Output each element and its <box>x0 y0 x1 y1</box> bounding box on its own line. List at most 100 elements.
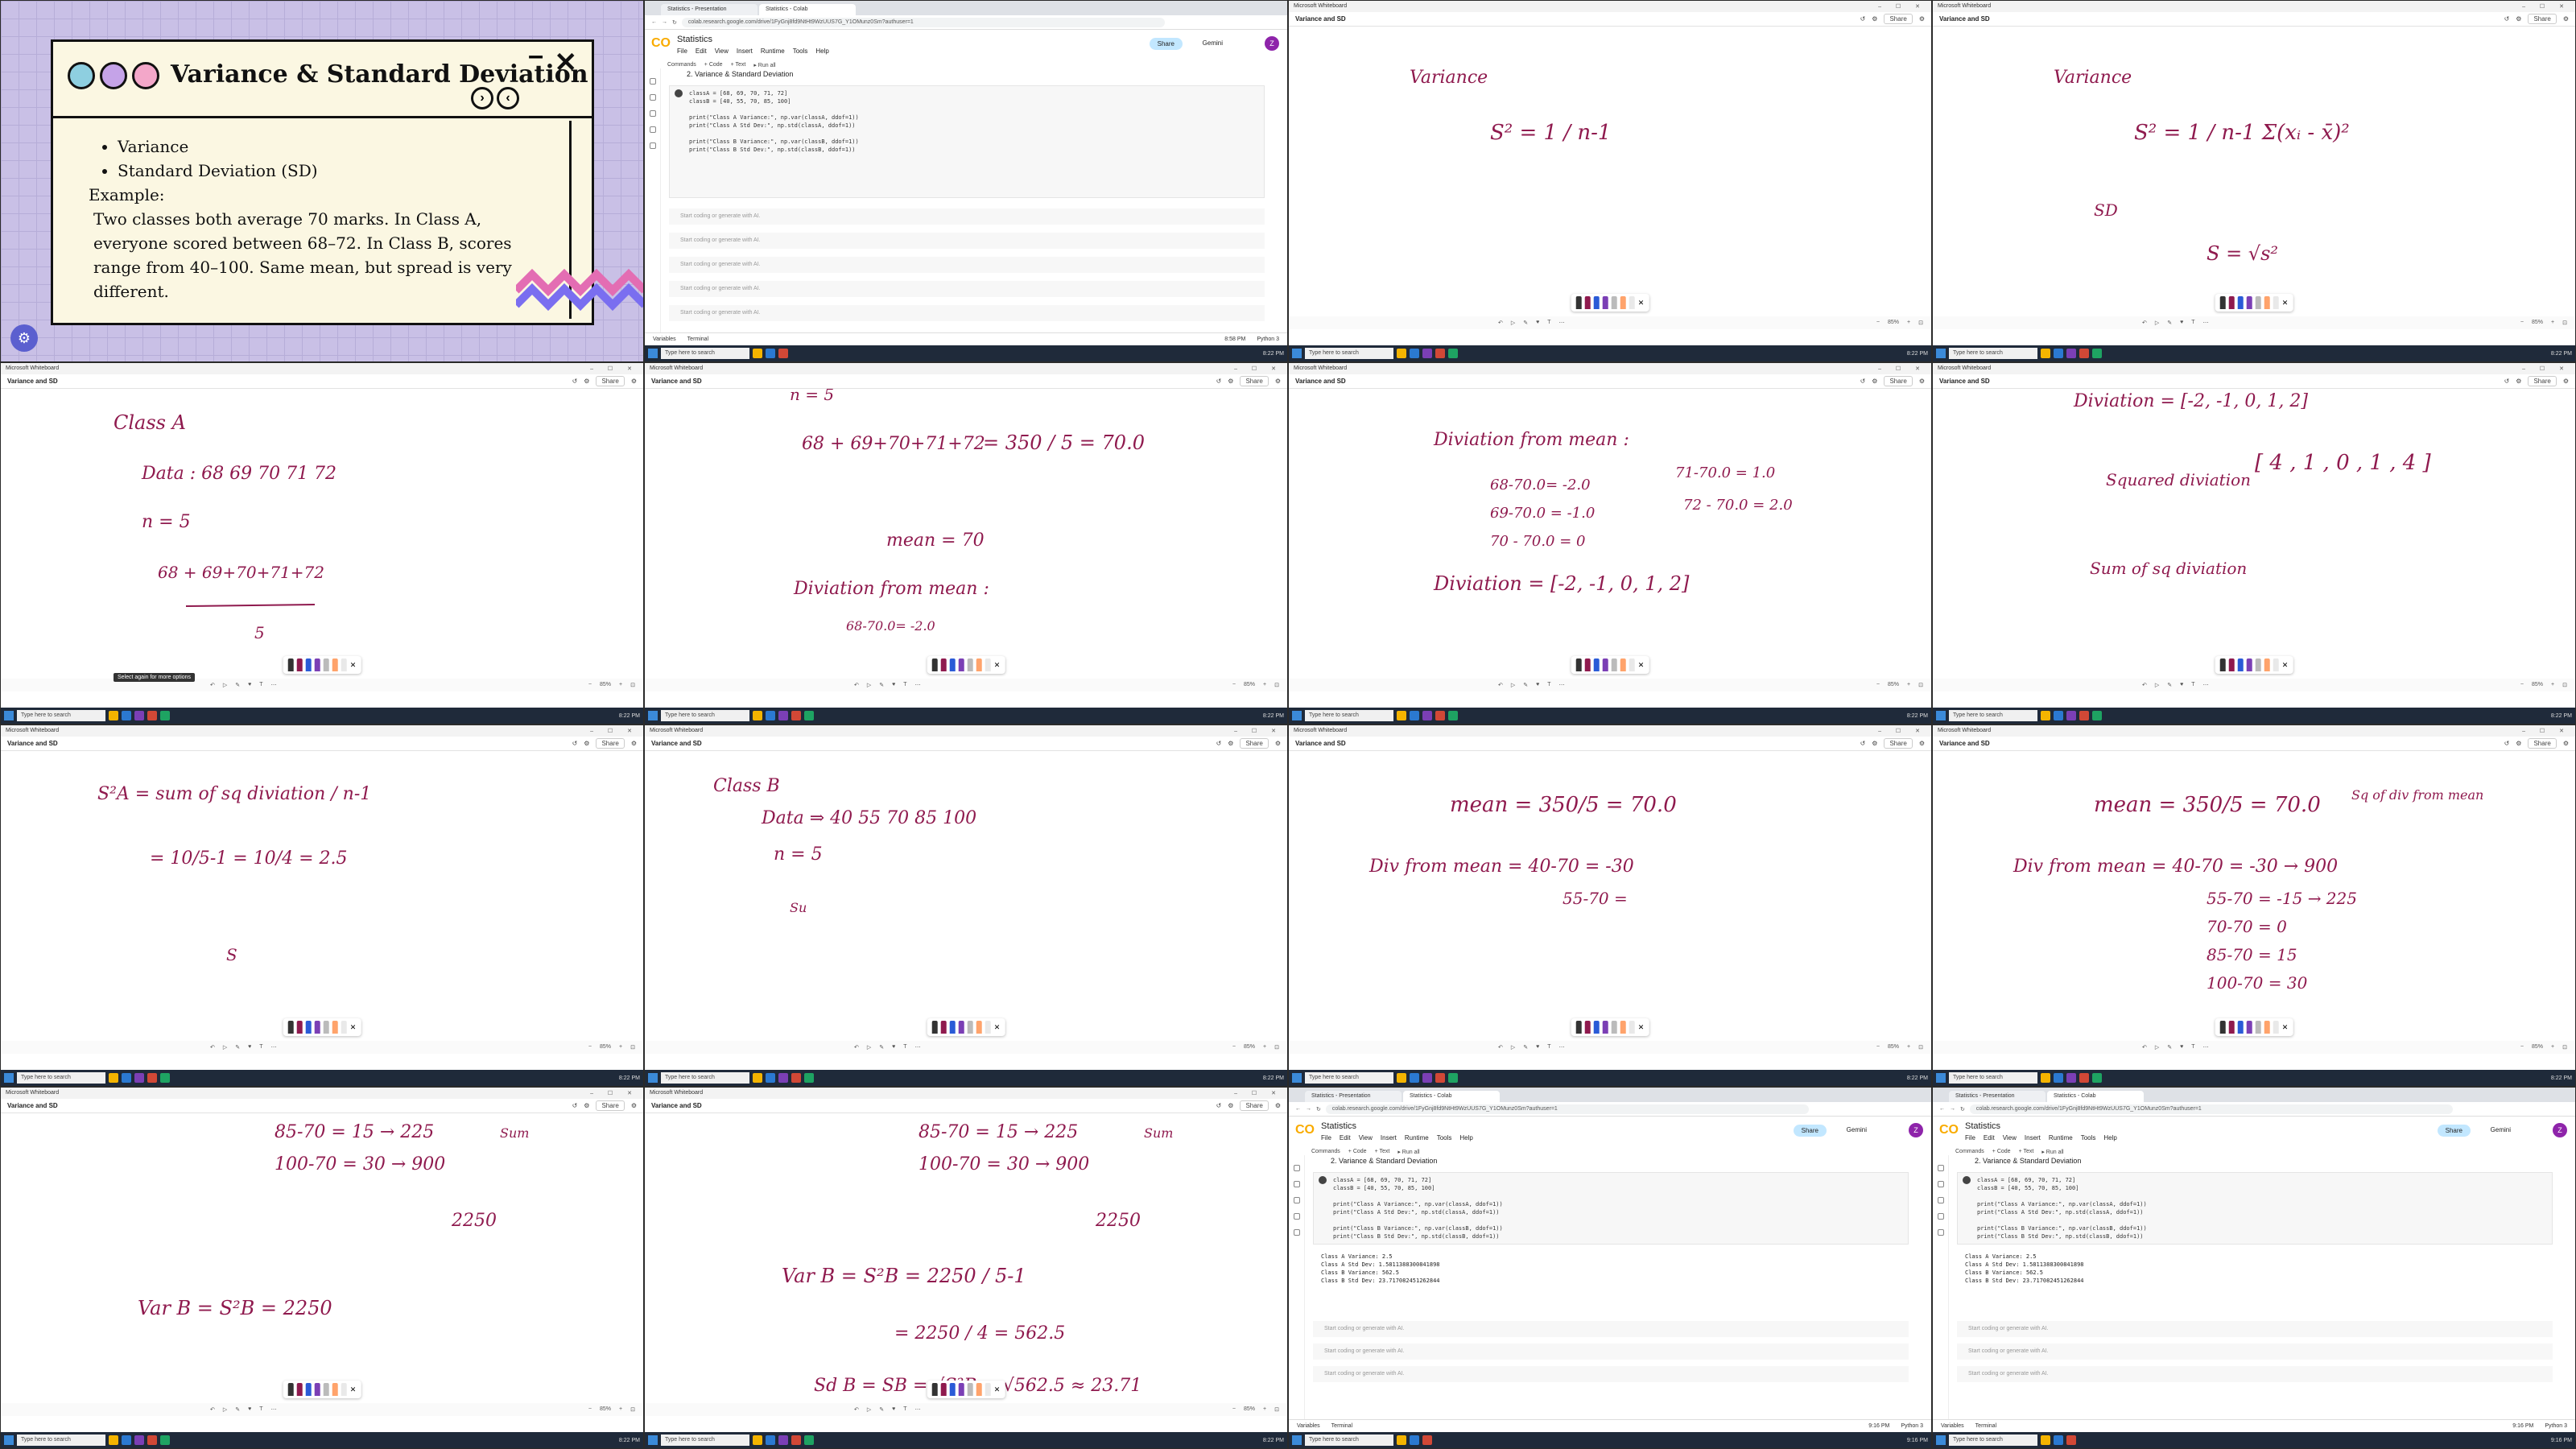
undo-icon[interactable]: ↺ <box>2504 15 2510 23</box>
pen-black[interactable] <box>2219 658 2226 671</box>
pen-blue[interactable] <box>949 1021 956 1034</box>
pen-maroon[interactable] <box>1584 296 1591 309</box>
heart-icon[interactable]: ♥ <box>892 682 895 688</box>
highlighter[interactable] <box>2264 296 2270 309</box>
pen-icon[interactable]: ✎ <box>2167 320 2172 326</box>
empty-cell[interactable]: Start coding or generate with AI. <box>669 305 1265 321</box>
heart-icon[interactable]: ♥ <box>892 1406 895 1413</box>
select-icon[interactable]: ▷ <box>1511 1044 1515 1051</box>
folder-icon[interactable] <box>1938 1229 1944 1236</box>
menu-edit[interactable]: Edit <box>1984 1134 1995 1141</box>
zoom-out-icon[interactable]: − <box>2520 1044 2524 1051</box>
ruler[interactable] <box>2273 296 2279 309</box>
app-icon[interactable] <box>1397 1435 1406 1445</box>
add-code-button[interactable]: + Code <box>1992 1149 2011 1155</box>
window-controls[interactable]: – ☐ ✕ <box>1234 365 1282 372</box>
window-controls[interactable]: – ☐ ✕ <box>1878 3 1926 10</box>
app-icon[interactable] <box>766 349 775 358</box>
code-cell[interactable]: classA = [68, 69, 70, 71, 72] classB = [… <box>1957 1172 2553 1245</box>
reload-icon[interactable]: ↻ <box>1316 1106 1321 1113</box>
gear-icon[interactable]: ⚙ <box>1919 15 1925 23</box>
more-icon[interactable]: ⋯ <box>1559 1044 1565 1051</box>
more-icon[interactable]: ⋯ <box>2203 1044 2209 1051</box>
menu-edit[interactable]: Edit <box>1340 1134 1351 1141</box>
select-icon[interactable]: ▷ <box>2155 1044 2159 1051</box>
app-icon[interactable] <box>791 1073 801 1083</box>
whiteboard-canvas[interactable]: Diviation = [-2, -1, 0, 1, 2] Squared div… <box>1933 389 2575 677</box>
heart-icon[interactable]: ♥ <box>248 1406 251 1413</box>
key-icon[interactable] <box>1938 1213 1944 1220</box>
highlighter[interactable] <box>976 658 982 671</box>
close-icon[interactable]: ✕ <box>350 661 357 670</box>
whiteboard-canvas[interactable]: Variance S² = 1 / n-1 Σ(xᵢ - x̄)² SD S = √s… <box>1933 27 2575 315</box>
commands-button[interactable]: Commands <box>667 62 696 68</box>
search-icon[interactable] <box>650 94 656 101</box>
whiteboard-canvas[interactable]: Variance S² = 1 / n-1 <box>1289 27 1931 315</box>
menu-insert[interactable]: Insert <box>737 47 753 55</box>
highlighter[interactable] <box>332 1383 338 1396</box>
pen-maroon[interactable] <box>296 658 303 671</box>
taskbar-search[interactable]: Type here to search <box>17 1435 105 1446</box>
notebook-title[interactable]: Statistics <box>677 35 712 44</box>
text-icon[interactable]: T <box>1547 320 1550 326</box>
app-icon[interactable] <box>1422 1073 1432 1083</box>
pen-purple[interactable] <box>1602 1021 1608 1034</box>
highlighter[interactable] <box>2264 1021 2270 1034</box>
zoom-out-icon[interactable]: − <box>2520 320 2524 326</box>
app-icon[interactable] <box>2054 711 2063 720</box>
more-icon[interactable]: ⋯ <box>915 1044 921 1051</box>
app-icon[interactable] <box>147 711 157 720</box>
gear-icon[interactable]: ⚙ <box>1275 378 1281 385</box>
select-icon[interactable]: ▷ <box>2155 320 2159 326</box>
pen-icon[interactable]: ✎ <box>235 1406 240 1413</box>
share-button[interactable]: Share <box>1149 38 1183 50</box>
share-button[interactable]: Share <box>2528 738 2557 749</box>
eraser[interactable] <box>323 658 329 671</box>
settings-icon[interactable]: ⚙ <box>2516 740 2521 747</box>
zoom-in-icon[interactable]: + <box>1907 682 1910 688</box>
board-name[interactable]: Variance and SD <box>651 1102 702 1109</box>
select-icon[interactable]: ▷ <box>223 1406 227 1413</box>
add-text-button[interactable]: + Text <box>731 62 746 68</box>
notebook-title[interactable]: Statistics <box>1321 1121 1356 1131</box>
undo-icon[interactable]: ↺ <box>1216 740 1222 747</box>
windows-icon[interactable] <box>1936 711 1946 720</box>
windows-icon[interactable] <box>648 711 658 720</box>
pen-black[interactable] <box>287 658 294 671</box>
undo-icon[interactable]: ↺ <box>572 1102 578 1109</box>
highlighter[interactable] <box>976 1021 982 1034</box>
pen-icon[interactable]: ✎ <box>1523 682 1528 688</box>
ruler[interactable] <box>2273 1021 2279 1034</box>
taskbar-search[interactable]: Type here to search <box>1949 1435 2037 1446</box>
whiteboard-canvas[interactable]: Class A Data : 68 69 70 71 72 n = 5 68 + 69… <box>1 389 643 677</box>
gemini-button[interactable]: Gemini <box>1847 1126 1867 1133</box>
undo-icon[interactable]: ↶ <box>210 1406 215 1413</box>
back-icon[interactable]: ← <box>1939 1106 1945 1112</box>
highlighter[interactable] <box>2264 658 2270 671</box>
app-icon[interactable] <box>1410 1073 1419 1083</box>
close-icon[interactable]: ✕ <box>350 1385 357 1394</box>
window-controls[interactable]: – ☐ ✕ <box>2522 3 2570 10</box>
zoom-in-icon[interactable]: + <box>619 682 622 688</box>
more-icon[interactable]: ⋯ <box>1559 320 1565 326</box>
select-icon[interactable]: ▷ <box>867 1044 871 1051</box>
windows-icon[interactable] <box>648 1073 658 1083</box>
heart-icon[interactable]: ♥ <box>1536 682 1539 688</box>
pen-icon[interactable]: ✎ <box>879 1406 884 1413</box>
gear-icon[interactable]: ⚙ <box>1275 740 1281 747</box>
text-icon[interactable]: T <box>903 1406 906 1413</box>
highlighter[interactable] <box>1620 658 1626 671</box>
variables-tab[interactable]: Variables <box>653 336 676 342</box>
settings-icon[interactable]: ⚙ <box>584 740 589 747</box>
pen-purple[interactable] <box>2246 1021 2252 1034</box>
more-icon[interactable]: ⋯ <box>915 682 921 688</box>
app-icon[interactable] <box>147 1435 157 1445</box>
windows-icon[interactable] <box>4 1073 14 1083</box>
gemini-button[interactable]: Gemini <box>1203 39 1223 47</box>
app-icon[interactable] <box>2066 1435 2076 1445</box>
text-icon[interactable]: T <box>2191 682 2194 688</box>
zoom-in-icon[interactable]: + <box>1263 1044 1266 1051</box>
zoom-in-icon[interactable]: + <box>2551 682 2554 688</box>
add-code-button[interactable]: + Code <box>704 62 723 68</box>
windows-icon[interactable] <box>1936 349 1946 358</box>
